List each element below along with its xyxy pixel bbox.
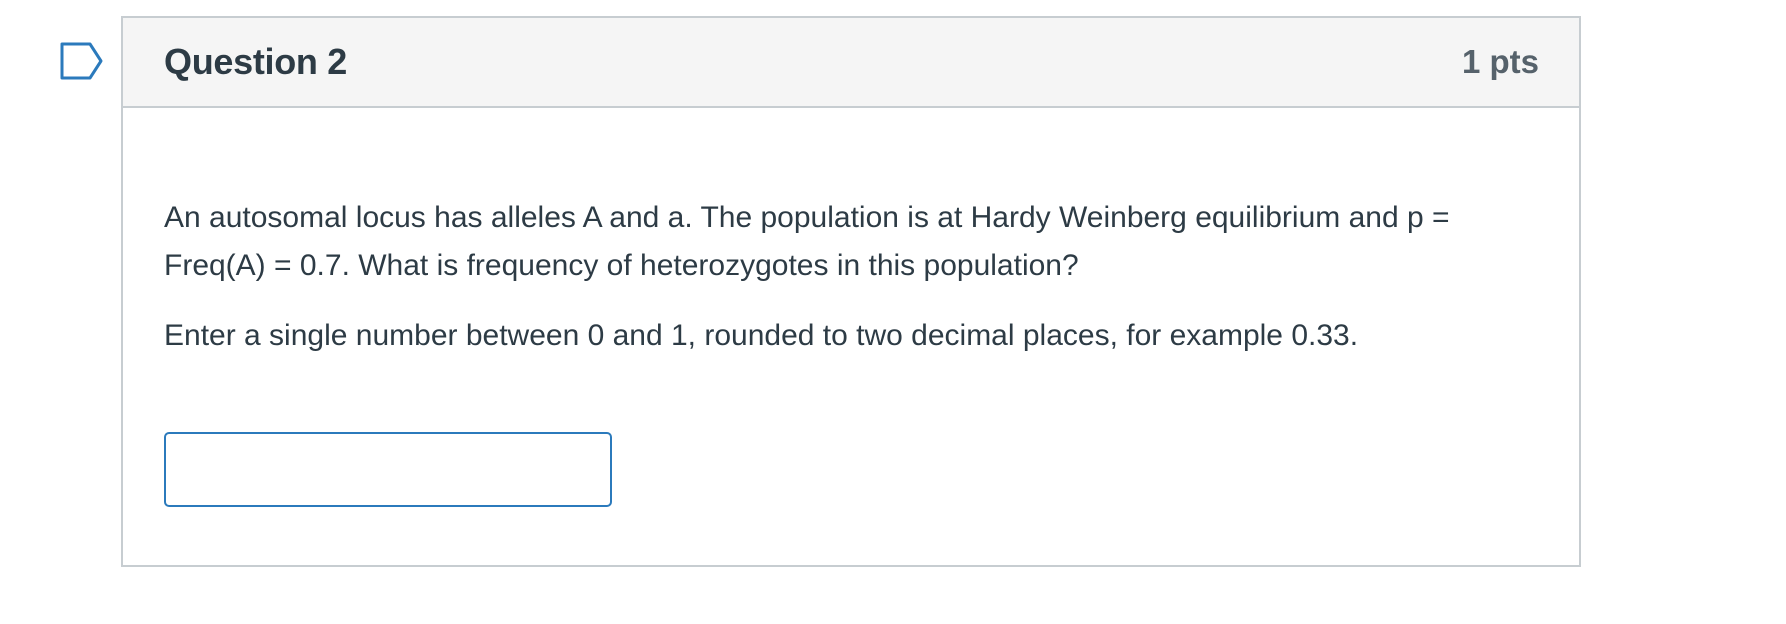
question-title: Question 2 — [164, 41, 348, 82]
question-header: Question 2 1 pts — [123, 18, 1579, 108]
bookmark-flag-icon — [60, 42, 103, 80]
quiz-page: Question 2 1 pts An autosomal locus has … — [0, 0, 1786, 624]
question-text: An autosomal locus has alleles A and a. … — [164, 201, 1450, 282]
question-body: An autosomal locus has alleles A and a. … — [123, 108, 1579, 507]
question-points: 1 pts — [1461, 43, 1539, 80]
flag-question-icon[interactable] — [60, 42, 104, 80]
answer-input[interactable] — [164, 432, 612, 507]
question-card: Question 2 1 pts An autosomal locus has … — [121, 16, 1581, 567]
question-instructions: Enter a single number between 0 and 1, r… — [164, 319, 1359, 352]
